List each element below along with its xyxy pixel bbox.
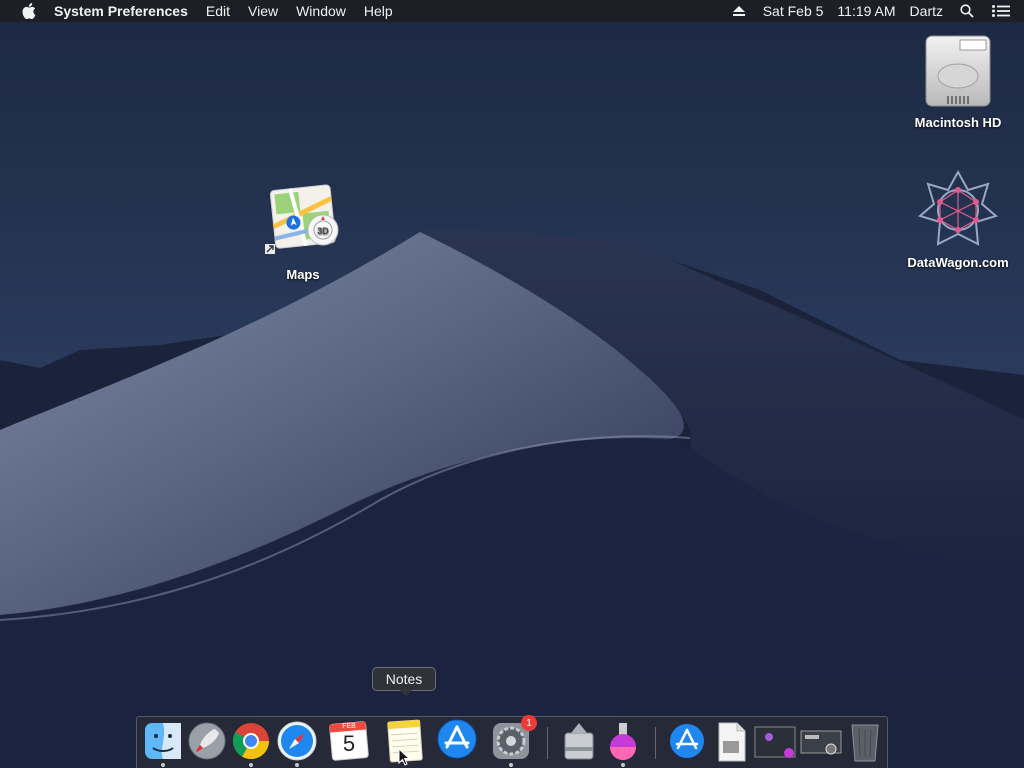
dock-item-installer[interactable] [601, 719, 645, 767]
dock-item-safari[interactable] [275, 719, 319, 767]
menu-extras: Sat Feb 5 11:19 AM Dartz [722, 0, 1024, 22]
document-icon [718, 722, 746, 762]
menu-edit[interactable]: Edit [197, 0, 239, 22]
desktop: System Preferences Edit View Window Help… [0, 0, 1024, 768]
calendar-day: 5 [342, 731, 356, 756]
installer-flask-icon [610, 723, 636, 760]
apple-menu-icon[interactable] [18, 3, 40, 19]
dock-separator [547, 727, 548, 759]
svg-text:3D: 3D [317, 226, 329, 236]
screenshot-thumbnail-icon [754, 726, 796, 758]
running-indicator [161, 763, 165, 767]
dock-item-calendar[interactable]: FEB 5 [327, 719, 371, 763]
menu-view[interactable]: View [239, 0, 287, 22]
calendar-month: FEB [342, 723, 356, 730]
dock-item-screenshot[interactable] [753, 719, 797, 763]
dock-item-trash[interactable] [843, 719, 887, 763]
dock-item-document[interactable] [709, 719, 753, 763]
dock-item-chrome[interactable] [229, 719, 273, 767]
safari-compass-icon [277, 721, 317, 761]
eject-icon[interactable] [728, 0, 750, 22]
menu-app-name[interactable]: System Preferences [54, 0, 197, 22]
desktop-icon-datawagon[interactable]: DataWagon.com [900, 168, 1016, 270]
maps-icon: 3D [265, 184, 339, 254]
desktop-icon-label: Maps [286, 267, 320, 282]
app-store-icon [437, 719, 477, 759]
wallpaper-dunes [0, 0, 1024, 768]
datawagon-logo-icon [917, 169, 999, 246]
trash-icon [851, 724, 879, 762]
menu-time[interactable]: 11:19 AM [830, 0, 902, 22]
dock-item-finder[interactable] [141, 719, 185, 767]
desktop-icon-maps[interactable]: 3D Maps [258, 184, 348, 282]
dock: FEB 5 1 [136, 715, 888, 768]
notification-center-icon[interactable] [990, 0, 1012, 22]
launchpad-rocket-icon [188, 722, 226, 760]
running-indicator [621, 763, 625, 767]
dock-separator [655, 727, 656, 759]
dock-item-launchpad[interactable] [185, 719, 229, 763]
menu-date[interactable]: Sat Feb 5 [756, 0, 831, 22]
desktop-icon-label: Macintosh HD [914, 115, 1002, 130]
menu-window[interactable]: Window [287, 0, 355, 22]
spotlight-search-icon[interactable] [956, 0, 978, 22]
app-store-icon [670, 724, 704, 758]
preview-thumbnail-icon [800, 730, 842, 755]
running-indicator [295, 763, 299, 767]
notification-badge: 1 [521, 715, 537, 731]
desktop-icon-macintosh-hd[interactable]: Macintosh HD [904, 32, 1012, 130]
dock-tooltip: Notes [372, 667, 436, 697]
finder-icon [145, 723, 181, 759]
running-indicator [509, 763, 513, 767]
chrome-icon [232, 723, 269, 760]
dock-item-preview[interactable] [799, 719, 843, 763]
mouse-cursor-icon [398, 748, 410, 766]
desktop-icon-label: DataWagon.com [907, 255, 1009, 270]
dock-item-system-preferences[interactable]: 1 [489, 715, 537, 767]
dock-item-app-store-download[interactable] [665, 719, 709, 763]
menu-help[interactable]: Help [355, 0, 402, 22]
dock-item-disk-utility[interactable] [557, 719, 601, 763]
menu-bar: System Preferences Edit View Window Help… [0, 0, 1024, 22]
dock-item-app-store[interactable] [435, 719, 479, 763]
disk-utility-icon [564, 723, 594, 760]
menu-user[interactable]: Dartz [903, 0, 950, 22]
running-indicator [249, 763, 253, 767]
hard-drive-icon [925, 35, 991, 107]
